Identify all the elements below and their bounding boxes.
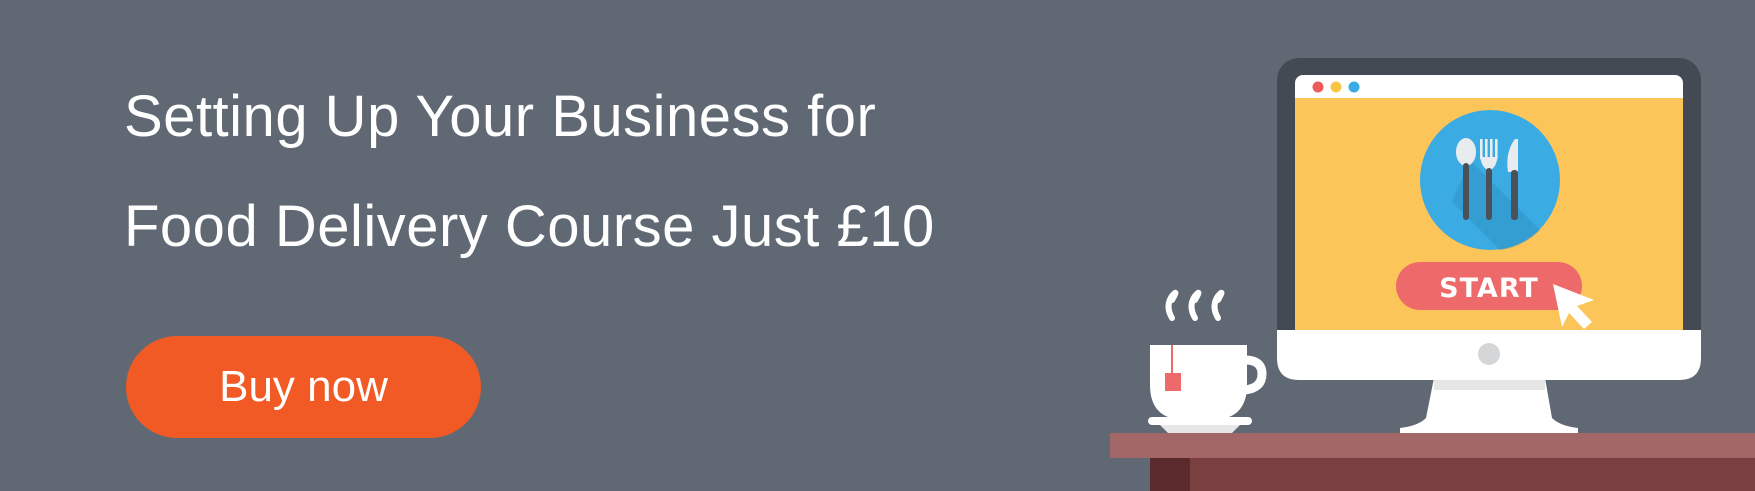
buy-now-button[interactable]: Buy now bbox=[126, 336, 481, 438]
tea-cup bbox=[1148, 289, 1267, 433]
headline: Setting Up Your Business for Food Delive… bbox=[124, 62, 1084, 282]
desk-illustration: START bbox=[1110, 58, 1755, 491]
start-label: START bbox=[1439, 273, 1539, 304]
tea-bag-tag bbox=[1165, 373, 1181, 391]
window-minimize-dot-icon bbox=[1330, 81, 1342, 93]
cutlery-badge bbox=[1420, 110, 1560, 250]
window-maximize-dot-icon bbox=[1348, 81, 1360, 93]
desk bbox=[1110, 433, 1755, 491]
headline-line-2: Food Delivery Course Just £10 bbox=[124, 194, 935, 259]
promo-banner: Setting Up Your Business for Food Delive… bbox=[0, 0, 1755, 491]
window-close-dot-icon bbox=[1312, 81, 1324, 93]
monitor-stand bbox=[1400, 378, 1578, 433]
headline-line-1: Setting Up Your Business for bbox=[124, 84, 877, 149]
power-button-icon bbox=[1478, 343, 1500, 365]
